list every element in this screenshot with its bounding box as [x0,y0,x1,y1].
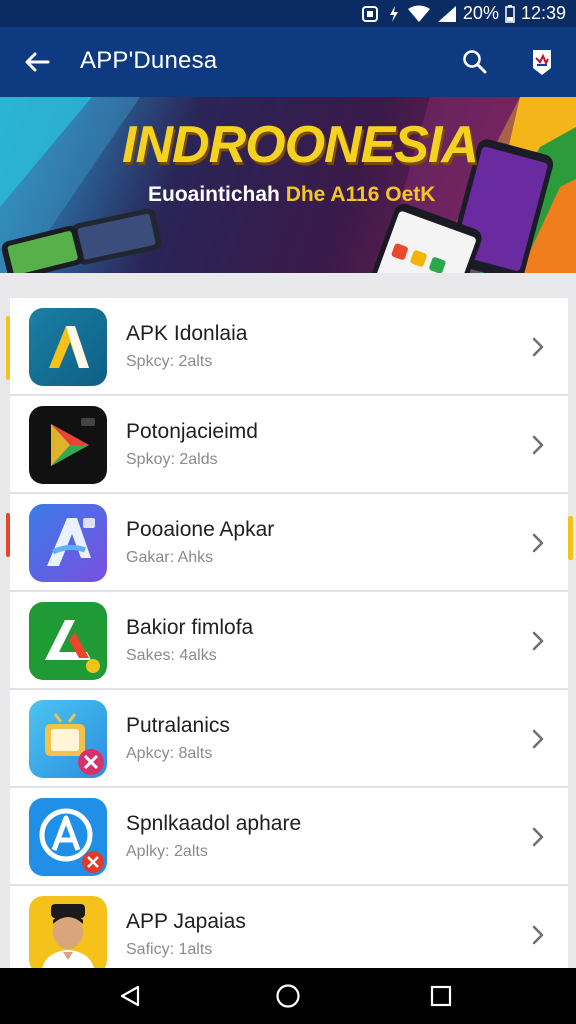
battery-icon [505,4,515,23]
battery-percent: 20% [462,3,499,23]
list-item[interactable]: Putralanics Apkcy: 8alts [10,690,568,788]
app-name: Spnlkaadol aphare [126,812,302,835]
nav-recents-button[interactable] [421,978,461,1014]
nfc-icon [361,5,381,23]
promo-banner[interactable]: INDROONESIA Euoaintichah Dhe A116 OetK [0,97,576,273]
chevron-right-icon [526,824,550,850]
chevron-right-icon [526,726,550,752]
app-subtitle: Spkcy: 2alts [126,353,213,370]
list-item[interactable]: Spnlkaadol aphare Aplky: 2alts [10,788,568,886]
chevron-right-icon [526,334,550,360]
app-name: Pooaione Apkar [126,518,275,541]
data-saver-icon [387,5,401,23]
app-name: Putralanics [126,714,230,737]
app-list: APK Idonlaia Spkcy: 2alts Potonjacieimd … [10,298,568,968]
square-recents-icon [430,985,452,1007]
app-subtitle: Gakar: Ahks [126,549,214,566]
triangle-back-icon [120,985,140,1007]
chevron-right-icon [526,922,550,948]
app-name: Potonjacieimd [126,420,258,443]
app-icon-blue-a [29,504,107,582]
app-bar: APP'Dunesa [0,27,576,97]
wifi-icon [407,5,431,23]
app-icon-circle-a [29,798,107,876]
list-item[interactable]: APP Japaias Saficy: 1alts [10,886,568,968]
back-button[interactable] [16,41,58,83]
nav-back-button[interactable] [110,978,150,1014]
status-icons: 20% 12:39 [361,2,566,25]
banner-subtitle: Euoaintichah Dhe A116 OetK [148,183,435,207]
list-item[interactable]: Potonjacieimd Spkoy: 2alds [10,396,568,494]
search-button[interactable] [454,41,496,83]
app-subtitle: Spkoy: 2alds [126,451,218,468]
search-icon [463,50,487,74]
app-icon-yellow-a [29,308,107,386]
app-subtitle: Apkcy: 8alts [126,745,213,762]
list-item[interactable]: Pooaione Apkar Gakar: Ahks [10,494,568,592]
edge-accent [568,516,573,560]
clock: 12:39 [520,3,566,23]
chevron-right-icon [526,628,550,654]
banner-title: INDROONESIA [122,116,479,174]
app-name: APK Idonlaia [126,322,248,345]
app-subtitle: Aplky: 2alts [126,843,208,860]
signal-icon [437,5,457,23]
app-icon-green-a [29,602,107,680]
nav-home-button[interactable] [268,978,308,1014]
list-item[interactable]: Bakior fimlofa Sakes: 4alks [10,592,568,690]
app-icon-person [29,896,107,968]
app-icon-play [29,406,107,484]
arrow-left-icon [25,52,50,72]
app-subtitle: Saficy: 1alts [126,941,213,958]
list-item[interactable]: APK Idonlaia Spkcy: 2alts [10,298,568,396]
flag-button[interactable] [522,41,562,83]
page-title: APP'Dunesa [80,47,218,74]
app-subtitle: Sakes: 4alks [126,647,217,664]
banner-subtitle-highlight: Dhe A116 OetK [285,183,436,206]
circle-home-icon [276,984,300,1008]
app-icon-tv [29,700,107,778]
system-nav-bar [0,968,576,1024]
app-name: Bakior fimlofa [126,616,254,639]
chevron-right-icon [526,530,550,556]
banner-subtitle-prefix: Euoaintichah [148,183,286,206]
flag-badge-icon [533,50,551,75]
chevron-right-icon [526,432,550,458]
status-bar: 20% 12:39 [0,0,576,27]
app-name: APP Japaias [126,910,246,933]
